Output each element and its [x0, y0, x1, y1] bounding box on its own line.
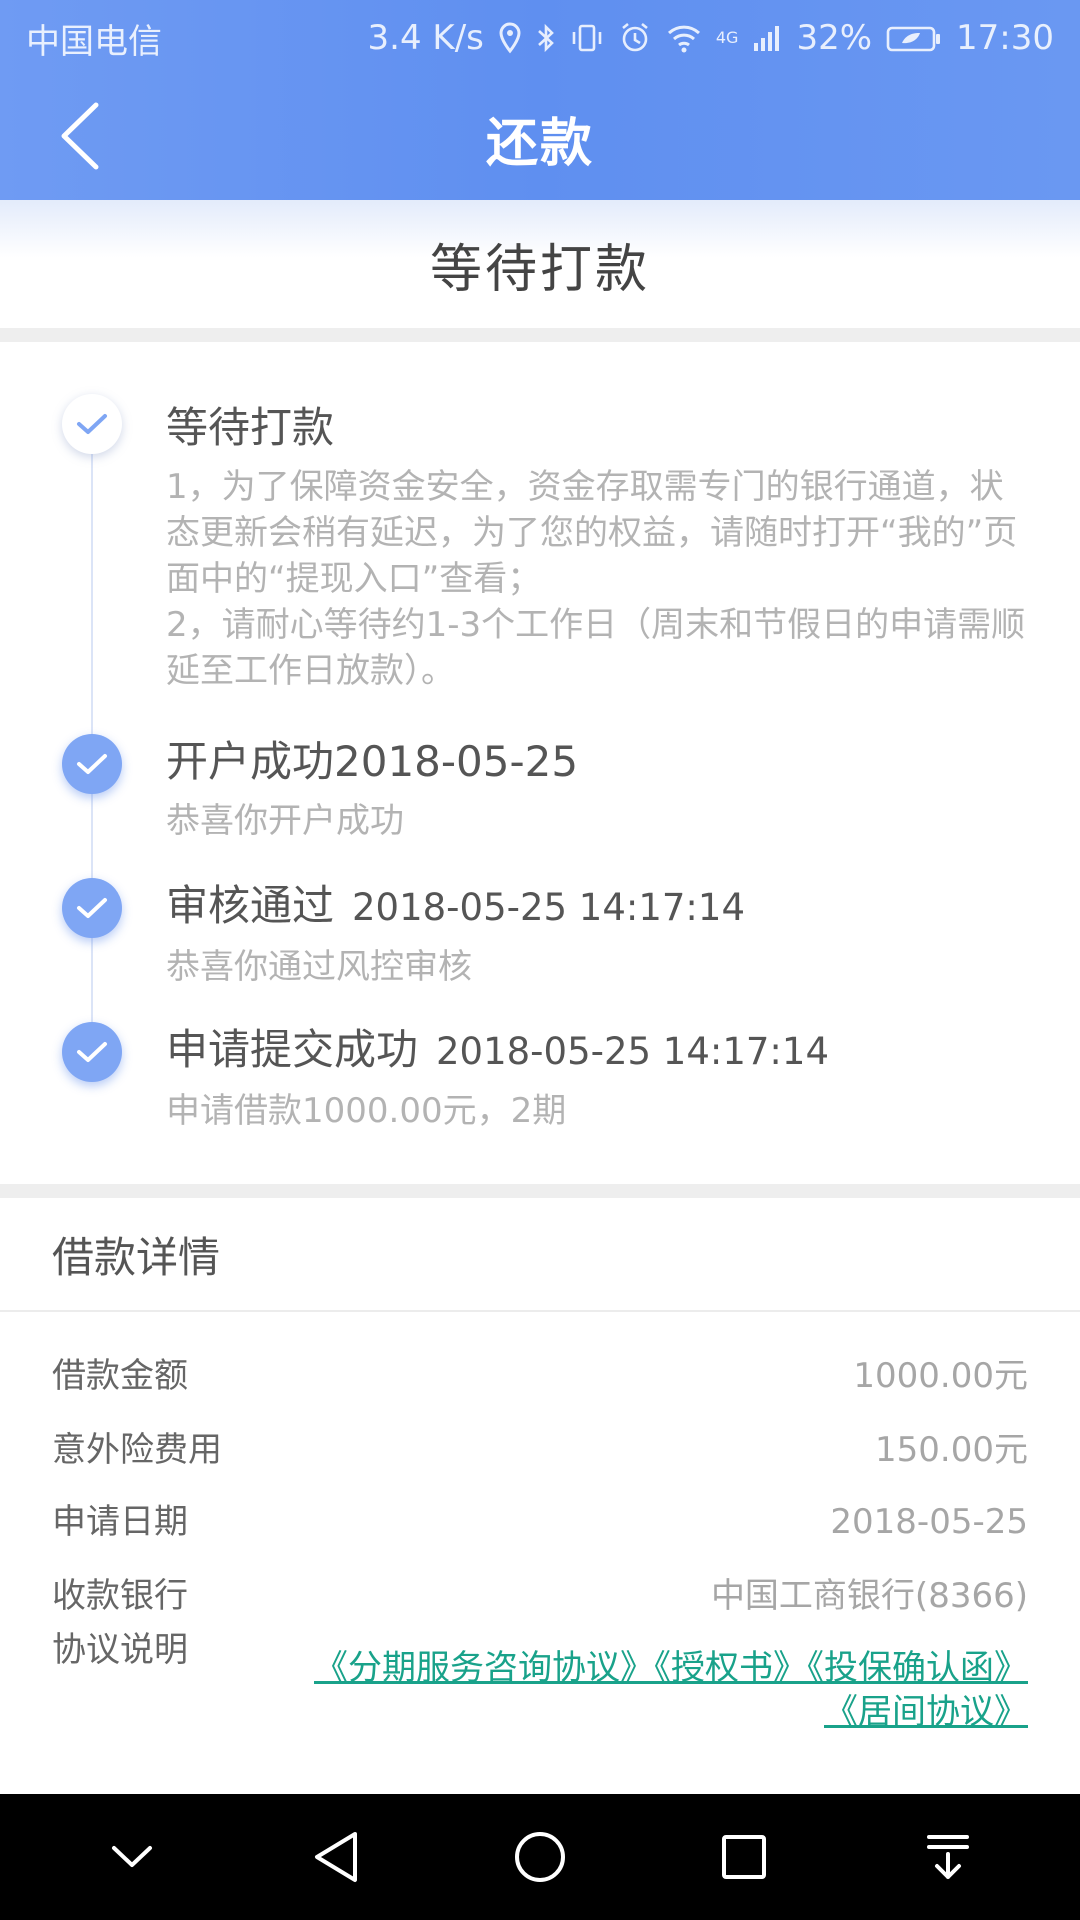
step-title: 开户成功2018-05-25 — [166, 737, 579, 786]
step-time: 2018-05-25 14:17:14 — [352, 886, 745, 929]
agreement-label: 协议说明 — [52, 1630, 188, 1670]
step-desc: 恭喜你通过风控审核 — [166, 947, 472, 987]
status-banner: 等待打款 — [0, 200, 1080, 328]
back-arrow-icon — [61, 102, 99, 170]
battery-percent: 32% — [796, 18, 873, 58]
detail-row-date: 申请日期 2018-05-25 — [52, 1500, 1028, 1544]
nav-recents-button[interactable] — [699, 1812, 789, 1902]
nav-back-button[interactable] — [291, 1812, 381, 1902]
back-button[interactable] — [40, 96, 120, 176]
app-header: 中国电信 3.4 K/s 4G 32% 17:30 还款 — [0, 0, 1080, 200]
step-title-row: 申请提交成功 2018-05-25 14:17:14 — [166, 1022, 1036, 1080]
page-title: 还款 — [485, 113, 594, 174]
title-bar: 还款 — [0, 76, 1080, 200]
detail-label: 意外险费用 — [52, 1430, 222, 1470]
details-heading: 借款详情 — [0, 1198, 1080, 1312]
nav-notification-button[interactable] — [903, 1812, 993, 1902]
status-title: 等待打款 — [429, 239, 650, 300]
detail-value: 2018-05-25 — [830, 1502, 1028, 1542]
triangle-back-icon — [315, 1832, 357, 1882]
step-title: 审核通过 — [166, 881, 335, 930]
step-check-icon — [62, 394, 122, 454]
pull-down-icon — [927, 1835, 969, 1879]
step-title-row: 审核通过 2018-05-25 14:17:14 — [166, 878, 1036, 936]
step-desc: 1，为了保障资金安全，资金存取需专门的银行通道，状态更新会稍有延迟，为了您的权益… — [166, 467, 1018, 599]
progress-timeline: 等待打款 1，为了保障资金安全，资金存取需专门的银行通道，状态更新会稍有延迟，为… — [0, 342, 1080, 1182]
battery-icon — [886, 26, 941, 52]
step-title: 等待打款 — [166, 403, 335, 452]
detail-label: 借款金额 — [52, 1356, 188, 1396]
loan-details: 借款详情 — [0, 1198, 1080, 1312]
network-speed: 3.4 K/s — [367, 18, 484, 58]
detail-value: 中国工商银行(8366) — [710, 1576, 1028, 1616]
circle-home-icon — [515, 1832, 565, 1882]
section-divider — [0, 328, 1080, 342]
network-type: 4G — [715, 28, 739, 47]
clock: 17:30 — [956, 18, 1054, 58]
status-bar: 中国电信 3.4 K/s 4G 32% 17:30 — [0, 0, 1080, 76]
vibrate-icon — [572, 24, 602, 52]
step-desc: 申请借款1000.00元，2期 — [166, 1091, 567, 1131]
detail-row-insurance: 意外险费用 150.00元 — [52, 1428, 1028, 1472]
system-nav-bar — [0, 1794, 1080, 1920]
nav-home-button[interactable] — [495, 1812, 585, 1902]
detail-row-bank: 收款银行 中国工商银行(8366) — [52, 1574, 1028, 1618]
step-check-icon — [62, 734, 122, 794]
chevron-down-icon — [112, 1846, 152, 1867]
step-title: 申请提交成功 — [166, 1025, 419, 1074]
wifi-icon — [667, 25, 700, 53]
step-desc: 恭喜你开户成功 — [166, 801, 404, 841]
status-icons: 3.4 K/s 4G 32% 17:30 — [368, 18, 1054, 58]
agreement-links[interactable]: 《分期服务咨询协议》《授权书》《投保确认函》《居间协议》 — [288, 1646, 1028, 1734]
signal-icon — [754, 26, 780, 51]
step-check-icon — [62, 878, 122, 938]
square-recents-icon — [722, 1835, 766, 1879]
step-desc-2: 2，请耐心等待约1-3个工作日（周末和节假日的申请需顺延至工作日放款）。 — [166, 605, 1026, 691]
detail-row-amount: 借款金额 1000.00元 — [52, 1354, 1028, 1398]
detail-label: 收款银行 — [52, 1576, 188, 1616]
nav-collapse-button[interactable] — [87, 1812, 177, 1902]
step-time: 2018-05-25 14:17:14 — [436, 1030, 829, 1073]
step-check-icon — [62, 1022, 122, 1082]
carrier-label: 中国电信 — [26, 21, 162, 62]
section-divider — [0, 1184, 1080, 1198]
alarm-icon — [622, 22, 648, 52]
detail-value: 1000.00元 — [853, 1356, 1028, 1396]
detail-label: 申请日期 — [52, 1502, 188, 1542]
location-icon — [499, 22, 521, 54]
detail-value: 150.00元 — [875, 1430, 1028, 1470]
bluetooth-icon — [537, 23, 554, 53]
